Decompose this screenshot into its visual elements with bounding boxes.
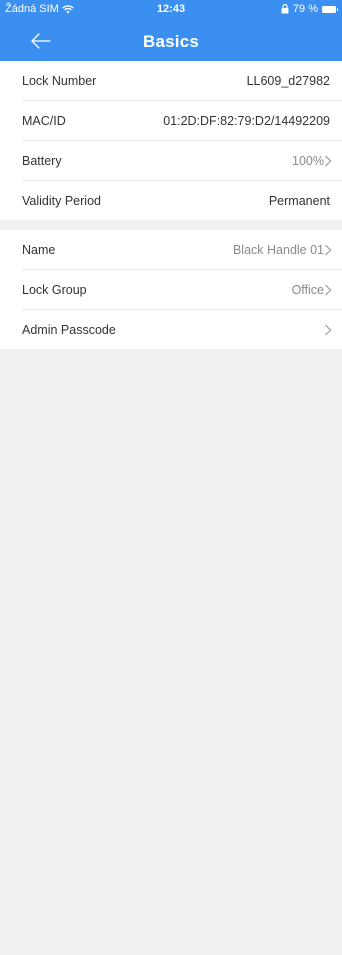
chevron-right-icon [325, 244, 332, 255]
lock-settings-section: Name Black Handle 01 Lock Group Office A… [0, 230, 342, 349]
chevron-right-icon [325, 284, 332, 295]
chevron-right-icon [325, 155, 332, 166]
status-right: 79 % [281, 3, 338, 15]
row-label: Lock Number [22, 73, 97, 88]
lock-info-section: Lock Number LL609_d27982 MAC/ID 01:2D:DF… [0, 61, 342, 220]
row-value: 01:2D:DF:82:79:D2/14492209 [163, 113, 330, 128]
row-admin-passcode[interactable]: Admin Passcode [22, 310, 342, 349]
status-bar: Žádná SIM 12:43 79 % [0, 0, 342, 20]
battery-percent: 79 % [292, 3, 318, 15]
row-label: Battery [22, 153, 62, 168]
row-lock-number: Lock Number LL609_d27982 [22, 61, 342, 101]
nav-bar: Basics [0, 20, 342, 61]
row-label: MAC/ID [22, 113, 66, 128]
row-battery[interactable]: Battery 100% [22, 141, 342, 181]
row-label: Admin Passcode [22, 322, 116, 337]
row-value: Permanent [268, 193, 330, 208]
empty-background [0, 349, 342, 955]
row-validity-period: Validity Period Permanent [22, 181, 342, 220]
row-value: Black Handle 01 [232, 242, 324, 257]
battery-icon [322, 5, 338, 13]
chevron-right-icon [325, 324, 332, 335]
row-mac-id: MAC/ID 01:2D:DF:82:79:D2/14492209 [22, 101, 342, 141]
row-value: LL609_d27982 [246, 73, 330, 88]
app-header: Žádná SIM 12:43 79 % Basics [0, 0, 342, 61]
row-label: Lock Group [22, 282, 87, 297]
row-lock-group[interactable]: Lock Group Office [22, 270, 342, 310]
lock-rotation-icon [281, 4, 289, 14]
row-label: Name [22, 242, 56, 257]
row-label: Validity Period [22, 193, 101, 208]
row-name[interactable]: Name Black Handle 01 [22, 230, 342, 270]
section-divider [0, 220, 342, 230]
page-title: Basics [142, 32, 200, 51]
